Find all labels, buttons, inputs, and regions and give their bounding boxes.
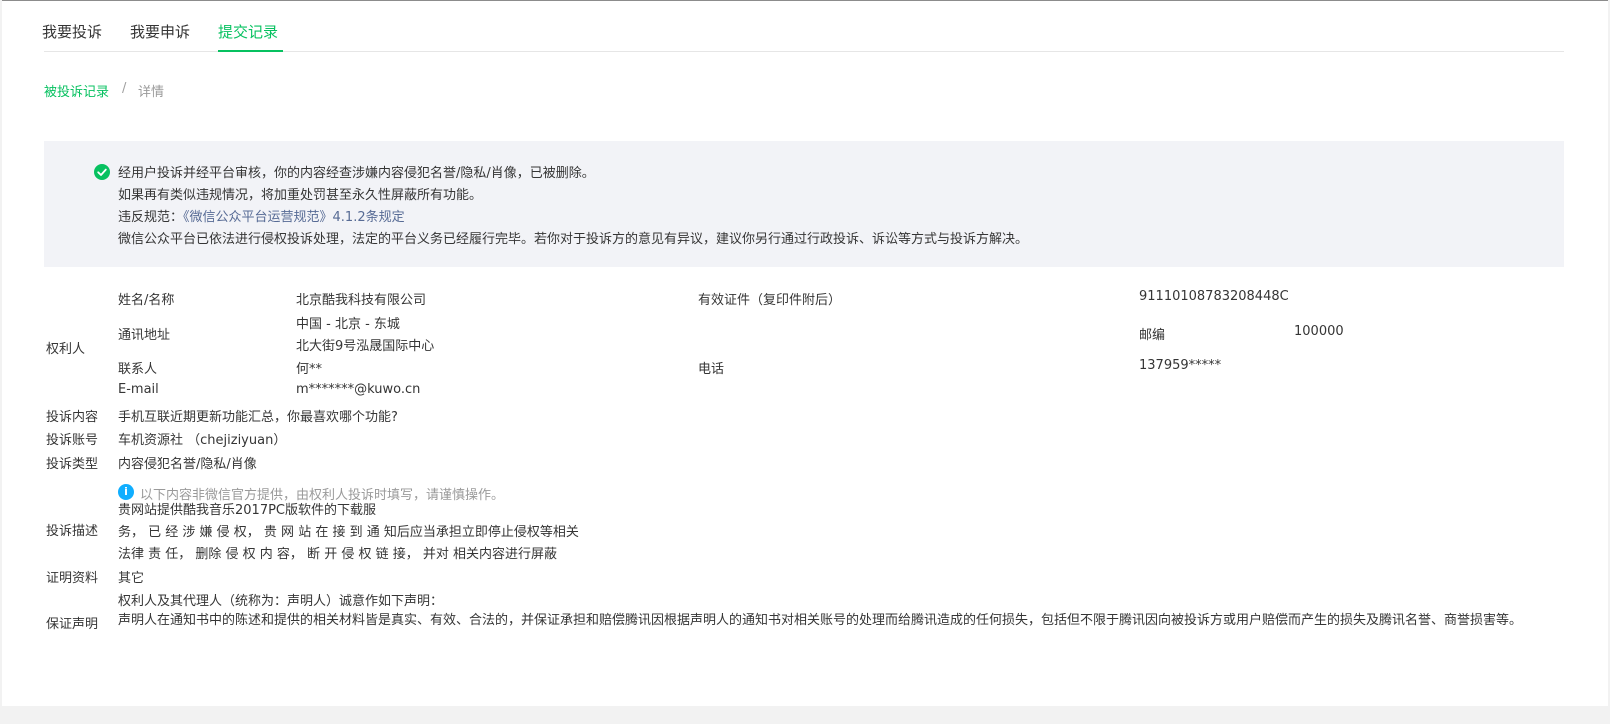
tab-active-indicator	[218, 50, 283, 52]
guarantee-line-1: 权利人及其代理人（统称为：声明人）诚意作如下声明：	[118, 594, 444, 609]
zip-value: 100000	[1294, 324, 1344, 339]
phone-label: 电话	[698, 362, 725, 377]
success-check-icon	[94, 164, 110, 180]
cert-label: 有效证件（复印件附后）	[698, 293, 842, 308]
account-label: 投诉账号	[46, 433, 99, 448]
address-line-2: 北大街9号泓晟国际中心	[296, 339, 435, 354]
proof-label: 证明资料	[46, 571, 99, 586]
description-label: 投诉描述	[46, 524, 99, 539]
description-line-3: 法律 责 任， 删除 侵 权 内 容， 断 开 侵 权 链 接， 并对 相关内容…	[118, 547, 557, 562]
rights-holder-label: 权利人	[46, 342, 86, 357]
email-value: m*******@kuwo.cn	[296, 382, 421, 397]
breadcrumb-separator: /	[122, 81, 127, 96]
result-notice-panel	[44, 141, 1564, 267]
info-icon: i	[118, 484, 134, 500]
address-line-1: 中国 - 北京 - 东城	[296, 317, 400, 332]
email-label: E-mail	[118, 382, 159, 397]
notice-line-2: 如果再有类似违规情况，将加重处罚甚至永久性屏蔽所有功能。	[118, 188, 483, 203]
breadcrumb-parent-link[interactable]: 被投诉记录	[44, 81, 109, 100]
proof-value: 其它	[118, 571, 145, 586]
guarantee-label: 保证声明	[46, 617, 99, 632]
rule-prefix: 违反规范：	[118, 210, 184, 225]
contact-label: 联系人	[118, 362, 158, 377]
content-value: 手机互联近期更新功能汇总，你最喜欢哪个功能?	[118, 410, 398, 425]
tab-records[interactable]: 提交记录	[218, 21, 278, 42]
address-label: 通讯地址	[118, 328, 171, 343]
account-value: 车机资源社 （chejiziyuan）	[118, 433, 287, 448]
type-value: 内容侵犯名誉/隐私/肖像	[118, 457, 257, 472]
notice-rule-line: 违反规范：《微信公众平台运营规范》4.1.2条规定	[118, 206, 405, 225]
zip-label: 邮编	[1139, 328, 1166, 343]
notice-line-1: 经用户投诉并经平台审核，你的内容经查涉嫌内容侵犯名誉/隐私/肖像，已被删除。	[118, 166, 595, 181]
guarantee-line-2: 声明人在通知书中的陈述和提供的相关材料皆是真实、有效、合法的，并保证承担和赔偿腾…	[118, 613, 1523, 628]
description-line-1: 贵网站提供酷我音乐2017PC版软件的下载服	[118, 503, 377, 518]
content-card: 我要投诉 我要申诉 提交记录 被投诉记录 / 详情 经用户投诉并经平台审核，你的…	[2, 0, 1608, 706]
name-label: 姓名/名称	[118, 293, 175, 308]
description-line-2: 务， 已 经 涉 嫌 侵 权， 贵 网 站 在 接 到 通 知后应当承担立即停止…	[118, 525, 579, 540]
type-label: 投诉类型	[46, 457, 99, 472]
notice-line-4: 微信公众平台已依法进行侵权投诉处理，法定的平台义务已经履行完毕。若你对于投诉方的…	[118, 232, 1029, 247]
rule-link[interactable]: 《微信公众平台运营规范》4.1.2条规定	[183, 210, 405, 225]
tab-complain[interactable]: 我要投诉	[42, 21, 102, 42]
phone-value: 137959*****	[1139, 358, 1222, 373]
cert-value: 91110108783208448C	[1139, 289, 1289, 304]
contact-value: 何**	[296, 362, 323, 377]
tab-appeal[interactable]: 我要申诉	[130, 21, 190, 42]
content-label: 投诉内容	[46, 410, 99, 425]
name-value: 北京酷我科技有限公司	[296, 293, 427, 308]
breadcrumb-current: 详情	[138, 85, 165, 100]
